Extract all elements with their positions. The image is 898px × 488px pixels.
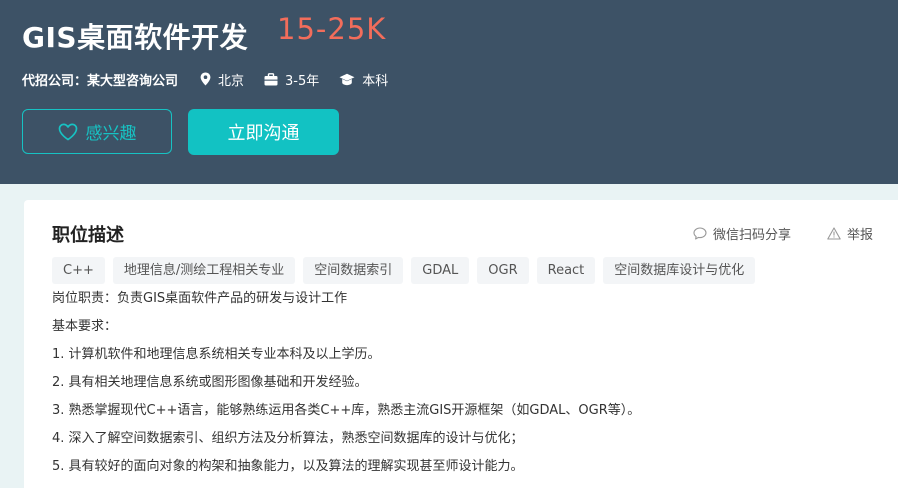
interest-label: 感兴趣 <box>85 124 137 144</box>
interest-button[interactable]: 感兴趣 <box>22 109 172 154</box>
salary: 15-25K <box>277 12 387 46</box>
experience-text: 3-5年 <box>285 73 320 89</box>
job-description-text: 岗位职责：负责GIS桌面软件产品的研发与设计工作 基本要求： 1. 计算机软件和… <box>52 288 640 484</box>
description-line: 岗位职责：负责GIS桌面软件产品的研发与设计工作 <box>52 291 348 306</box>
briefcase-icon <box>264 72 278 85</box>
section-title: 职位描述 <box>52 225 124 246</box>
description-line: 基本要求： <box>52 319 118 334</box>
job-title: GIS桌面软件开发 <box>22 21 249 54</box>
graduation-cap-icon <box>339 73 355 85</box>
wechat-share-link[interactable]: 微信扫码分享 <box>693 224 791 243</box>
location-item: 北京 <box>200 70 244 89</box>
report-label: 举报 <box>847 228 874 243</box>
skill-tag: OGR <box>477 257 529 284</box>
skill-tag: 地理信息/测绘工程相关专业 <box>112 257 296 284</box>
skill-tag: 空间数据库设计与优化 <box>603 257 756 284</box>
experience-item: 3-5年 <box>264 70 319 89</box>
skill-tags: C++ 地理信息/测绘工程相关专业 空间数据索引 GDAL OGR React … <box>52 257 763 284</box>
share-label: 微信扫码分享 <box>713 228 792 243</box>
job-description-card: 职位描述 微信扫码分享 举报 C++ 地理信息/测绘工程相关专业 空间数据索引 … <box>24 200 898 488</box>
education-item: 本科 <box>339 70 388 89</box>
report-link[interactable]: 举报 <box>827 224 873 243</box>
job-header: GIS桌面软件开发 15-25K 代招公司：某大型咨询公司 北京 3-5年 本科 <box>0 0 898 184</box>
skill-tag: GDAL <box>411 257 470 284</box>
heart-icon <box>58 123 77 140</box>
description-line: 5. 具有较好的面向对象的构架和抽象能力，以及算法的理解实现甚至师设计能力。 <box>52 459 524 474</box>
description-line: 4. 深入了解空间数据索引、组织方法及分析算法，熟悉空间数据库的设计与优化； <box>52 431 524 446</box>
skill-tag: C++ <box>52 257 105 284</box>
location-text: 北京 <box>218 73 245 89</box>
location-icon <box>200 72 211 86</box>
job-meta: 代招公司：某大型咨询公司 北京 3-5年 本科 <box>22 70 408 89</box>
description-line: 1. 计算机软件和地理信息系统相关专业本科及以上学历。 <box>52 347 381 362</box>
company-name: 代招公司：某大型咨询公司 <box>22 73 179 89</box>
chat-now-button[interactable]: 立即沟通 <box>188 109 339 155</box>
description-line: 3. 熟悉掌握现代C++语言，能够熟练运用各类C++库，熟悉主流GIS开源框架（… <box>52 403 641 418</box>
skill-tag: 空间数据索引 <box>303 257 404 284</box>
chat-bubble-icon <box>693 227 707 240</box>
warning-icon <box>827 227 841 240</box>
education-text: 本科 <box>362 73 389 89</box>
description-line: 2. 具有相关地理信息系统或图形图像基础和开发经验。 <box>52 375 368 390</box>
skill-tag: React <box>536 257 596 284</box>
